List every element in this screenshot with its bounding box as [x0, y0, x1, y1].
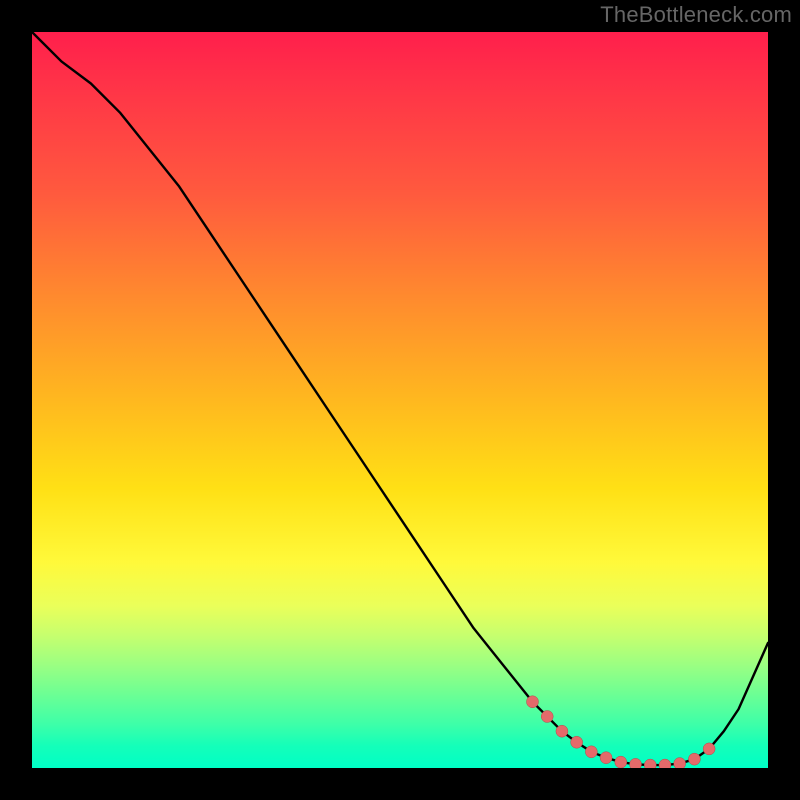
- curve-markers: [526, 696, 715, 768]
- marker-dot: [541, 710, 553, 722]
- marker-dot: [674, 758, 686, 768]
- plot-area: [32, 32, 768, 768]
- marker-dot: [526, 696, 538, 708]
- marker-dot: [688, 753, 700, 765]
- marker-dot: [644, 759, 656, 768]
- marker-dot: [615, 756, 627, 768]
- marker-dot: [659, 759, 671, 768]
- marker-dot: [630, 758, 642, 768]
- chart-svg: [32, 32, 768, 768]
- marker-dot: [585, 746, 597, 758]
- bottleneck-curve: [32, 32, 768, 765]
- marker-dot: [556, 725, 568, 737]
- chart-frame: TheBottleneck.com: [0, 0, 800, 800]
- watermark-text: TheBottleneck.com: [600, 2, 792, 28]
- marker-dot: [600, 752, 612, 764]
- marker-dot: [703, 743, 715, 755]
- marker-dot: [571, 736, 583, 748]
